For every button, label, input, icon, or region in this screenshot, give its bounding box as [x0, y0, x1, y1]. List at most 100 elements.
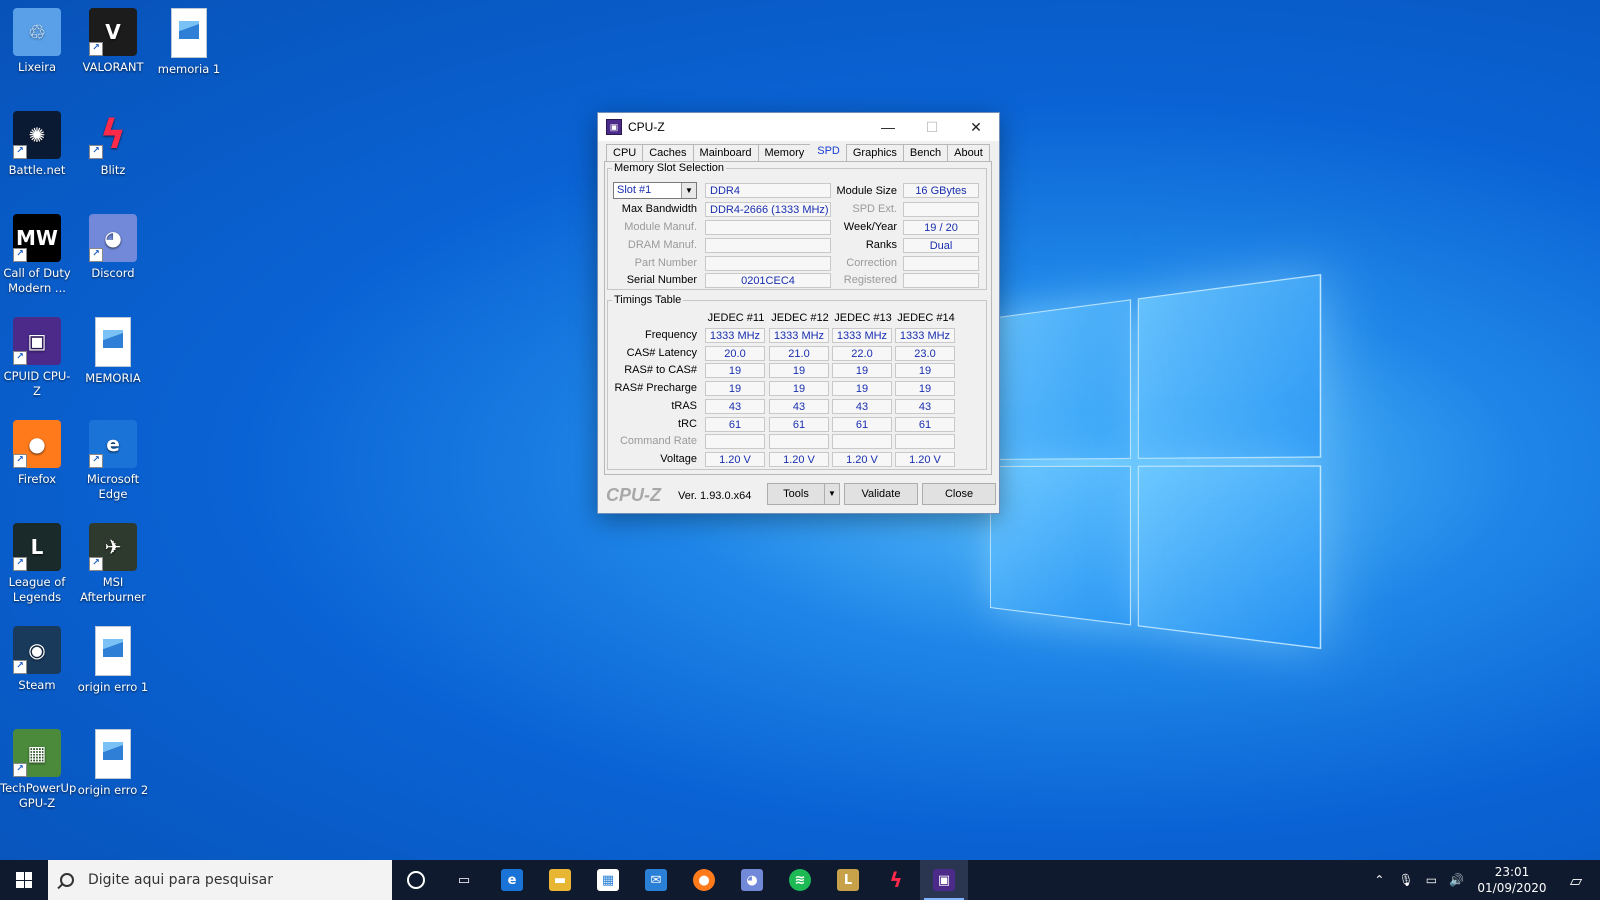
start-button[interactable] [0, 860, 48, 900]
timings-cell [705, 434, 765, 449]
desktop-icon-firefox[interactable]: ● ↗ Firefox [0, 420, 74, 487]
slot-select[interactable]: Slot #1 ▼ [613, 182, 697, 199]
task-view-icon: ▭ [453, 869, 475, 891]
desktop-icon-battle-net[interactable]: ✺ ↗ Battle.net [0, 111, 74, 178]
desktop-icon-label: CPUID CPU-Z [0, 369, 74, 399]
ranks-label: Ranks [833, 239, 897, 251]
timings-cell: 19 [769, 381, 829, 396]
desktop-icon-blitz[interactable]: ϟ ↗ Blitz [76, 111, 150, 178]
tab-mainboard[interactable]: Mainboard [693, 144, 759, 162]
taskbar-app-blitz[interactable]: ϟ [872, 860, 920, 900]
desktop-icon-valorant[interactable]: V ↗ VALORANT [76, 8, 150, 75]
league-icon: L [837, 869, 859, 891]
timings-cell: 19 [895, 381, 955, 396]
shortcut-arrow-icon: ↗ [13, 557, 27, 571]
week-year-value: 19 / 20 [903, 220, 979, 235]
desktop-icon-discord[interactable]: ◕ ↗ Discord [76, 214, 150, 281]
desktop-icon-memoria-1[interactable]: memoria 1 [152, 8, 226, 77]
desktop-icon-origin-erro-1[interactable]: origin erro 1 [76, 626, 150, 695]
desktop-icon-label: MSI Afterburner [76, 575, 150, 605]
module-size-label: Module Size [833, 185, 897, 197]
timings-cell: 1.20 V [832, 452, 892, 467]
taskbar-app-task-view[interactable]: ▭ [440, 860, 488, 900]
notifications-icon[interactable]: ▱ [1552, 871, 1600, 890]
memoria-icon [95, 317, 131, 367]
timings-column-header: JEDEC #14 [895, 312, 957, 324]
taskbar-app-league[interactable]: L [824, 860, 872, 900]
taskbar-app-cpu-z[interactable]: ▣ [920, 860, 968, 900]
microphone-icon[interactable]: 🎙 [1398, 873, 1413, 887]
tools-dropdown-button[interactable]: ▼ [824, 483, 840, 505]
desktop-icon-origin-erro-2[interactable]: origin erro 2 [76, 729, 150, 798]
lixeira-icon: ♲ [13, 8, 61, 56]
taskbar: Digite aqui para pesquisar ▭ e ▬ ▦ ✉ ● ◕ ≋ Lϟ ▣ ⌃… [0, 860, 1600, 900]
cortana-button[interactable] [392, 860, 440, 900]
desktop-icon-league-of-legends[interactable]: L ↗ League of Legends [0, 523, 74, 605]
desktop-icon-label: origin erro 2 [76, 783, 150, 798]
title-bar[interactable]: ▣ CPU-Z — ☐ ✕ [598, 113, 999, 141]
timings-cell: 1.20 V [769, 452, 829, 467]
taskbar-app-edge[interactable]: e [488, 860, 536, 900]
desktop-icon-call-of-duty-modern[interactable]: MW ↗ Call of Duty Modern ... [0, 214, 74, 296]
correction-label: Correction [833, 257, 897, 269]
tab-about[interactable]: About [947, 144, 990, 162]
memoria-1-icon [171, 8, 207, 58]
timings-row-label: tRC [609, 418, 697, 430]
timings-cell: 1333 MHz [769, 328, 829, 343]
desktop-icon-msi-afterburner[interactable]: ✈ ↗ MSI Afterburner [76, 523, 150, 605]
shortcut-arrow-icon: ↗ [13, 763, 27, 777]
taskbar-app-firefox[interactable]: ● [680, 860, 728, 900]
clock[interactable]: 23:01 01/09/2020 [1472, 864, 1552, 896]
tab-caches[interactable]: Caches [642, 144, 693, 162]
close-button[interactable]: Close [922, 483, 996, 505]
desktop-icon-steam[interactable]: ◉ ↗ Steam [0, 626, 74, 693]
tab-graphics[interactable]: Graphics [846, 144, 904, 162]
window-title: CPU-Z [628, 120, 665, 134]
chevron-up-icon[interactable]: ⌃ [1374, 873, 1384, 887]
maximize-button[interactable]: ☐ [910, 113, 954, 141]
desktop-icon-techpowerup-gpu-z[interactable]: ▦ ↗ TechPowerUp GPU-Z [0, 729, 74, 811]
tab-memory[interactable]: Memory [758, 144, 812, 162]
timings-cell [832, 434, 892, 449]
memory-slot-legend: Memory Slot Selection [612, 162, 726, 174]
desktop-icon-memoria[interactable]: MEMORIA [76, 317, 150, 386]
taskbar-search-box[interactable]: Digite aqui para pesquisar [48, 860, 392, 900]
tab-cpu[interactable]: CPU [606, 144, 643, 162]
clock-time: 23:01 [1472, 864, 1552, 880]
tools-button[interactable]: Tools [767, 483, 825, 505]
timings-cell: 19 [705, 363, 765, 378]
taskbar-app-store[interactable]: ▦ [584, 860, 632, 900]
taskbar-app-discord[interactable]: ◕ [728, 860, 776, 900]
timings-row-label: tRAS [609, 400, 697, 412]
dram-manuf-label: DRAM Manuf. [609, 239, 697, 251]
footer-bar: CPU-Z Ver. 1.93.0.x64 Tools ▼ Validate C… [598, 479, 999, 511]
desktop-icon-label: Call of Duty Modern ... [0, 266, 74, 296]
taskbar-app-file-explorer[interactable]: ▬ [536, 860, 584, 900]
tab-bench[interactable]: Bench [903, 144, 948, 162]
taskbar-app-mail[interactable]: ✉ [632, 860, 680, 900]
close-window-button[interactable]: ✕ [954, 113, 998, 141]
timings-cell: 61 [705, 417, 765, 432]
desktop-icon-label: Steam [0, 678, 74, 693]
taskbar-app-spotify[interactable]: ≋ [776, 860, 824, 900]
clock-date: 01/09/2020 [1472, 880, 1552, 896]
cpu-z-icon: ▣ [933, 869, 955, 891]
validate-button[interactable]: Validate [844, 483, 918, 505]
cpuz-app-icon: ▣ [606, 119, 622, 135]
dram-manuf-value [705, 238, 831, 253]
desktop-icon-label: Microsoft Edge [76, 472, 150, 502]
desktop-icon-lixeira[interactable]: ♲ Lixeira [0, 8, 74, 75]
desktop-icon-label: Firefox [0, 472, 74, 487]
minimize-button[interactable]: — [866, 113, 910, 141]
desktop-icon-cpuid-cpu-z[interactable]: ▣ ↗ CPUID CPU-Z [0, 317, 74, 399]
timings-cell: 19 [769, 363, 829, 378]
volume-icon[interactable]: 🔊 [1449, 873, 1464, 887]
timings-cell: 23.0 [895, 346, 955, 361]
network-icon[interactable]: ▭ [1426, 873, 1437, 887]
desktop-icon-microsoft-edge[interactable]: e ↗ Microsoft Edge [76, 420, 150, 502]
tab-spd[interactable]: SPD [810, 142, 847, 162]
shortcut-arrow-icon: ↗ [89, 557, 103, 571]
techpowerup-gpu-z-icon: ▦ ↗ [13, 729, 61, 777]
tab-bar: CPU Caches Mainboard Memory SPD Graphics Bench… [606, 144, 989, 162]
timings-cell: 19 [832, 363, 892, 378]
